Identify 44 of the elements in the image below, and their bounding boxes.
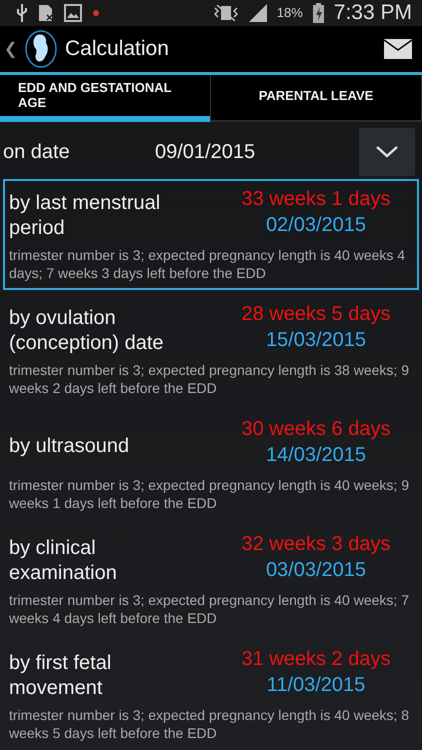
tab[interactable]: EDD AND GESTATIONAL AGE — [0, 74, 211, 122]
method-details: trimester number is 3; expected pregnancy length is 38 weeks; 9 weeks 2 days left before the EDD — [9, 361, 410, 398]
screen-title: Calculation — [65, 36, 170, 61]
image-icon — [64, 4, 82, 22]
fetus-logo-icon — [25, 30, 57, 68]
method-details: trimester number is 3; expected pregnancy length is 40 weeks 4 days; 7 weeks 3 days left before the EDD — [9, 246, 406, 282]
date-value: 09/01/2015 — [155, 140, 256, 164]
sim-card-icon — [38, 4, 54, 22]
clock-time: 7:33 PM — [334, 0, 412, 25]
method-card[interactable]: by ovulation (conception) date 28 weeks 5 days 15/03/2015 trimester number is 3; expected pregnancy length is 38 weeks; 9 weeks 2 days left before the EDD — [3, 294, 419, 406]
method-details: trimester number is 3; expected pregnancy length is 40 weeks; 8 weeks 5 days left before the EDD — [9, 706, 410, 742]
recording-dot-icon — [92, 8, 100, 17]
due-date: 02/03/2015 — [266, 213, 366, 238]
tab[interactable]: PARENTAL LEAVE — [211, 74, 422, 122]
method-name: by last menstrual period — [9, 191, 162, 242]
battery-percent: 18% — [276, 5, 303, 20]
dropdown-button[interactable] — [359, 128, 415, 176]
due-date: 03/03/2015 — [266, 558, 366, 584]
usb-icon — [16, 4, 28, 22]
gestational-age: 28 weeks 5 days — [242, 302, 390, 328]
method-details: trimester number is 3; expected pregnancy length is 40 weeks; 9 weeks 1 days left before the EDD — [9, 476, 410, 512]
gestational-age: 32 weeks 3 days — [242, 532, 390, 558]
method-details: trimester number is 3; expected pregnancy length is 40 weeks; 7 weeks 4 days left before the EDD — [9, 591, 410, 628]
vibrate-mute-icon — [212, 4, 239, 21]
battery-charging-icon — [312, 2, 324, 23]
method-name: by clinical examination — [9, 536, 118, 586]
method-name: by ultrasound — [9, 434, 130, 459]
due-date: 15/03/2015 — [266, 328, 366, 354]
back-caret[interactable]: ❮ — [4, 38, 17, 59]
gestational-age: 30 weeks 6 days — [242, 417, 390, 442]
method-name: by ovulation (conception) date — [9, 306, 165, 356]
mail-icon[interactable] — [384, 38, 412, 59]
method-card[interactable]: by last menstrual period 33 weeks 1 days 02/03/2015 trimester number is 3; expected pregnancy length is 40 weeks 4 days; 7 weeks 3 days left before the EDD — [3, 179, 419, 290]
signal-icon — [248, 4, 267, 22]
date-label: on date — [3, 140, 71, 164]
method-card[interactable]: by ultrasound 30 weeks 6 days 14/03/2015 trimester number is 3; expected pregnancy length is 40 weeks; 9 weeks 1 days left before the EDD — [3, 409, 419, 520]
chevron-down-icon — [376, 146, 398, 158]
due-date: 14/03/2015 — [266, 443, 366, 468]
method-name: by first fetal movement — [9, 651, 112, 702]
gestational-age: 33 weeks 1 days — [242, 187, 390, 212]
due-date: 11/03/2015 — [266, 673, 366, 698]
gestational-age: 31 weeks 2 days — [242, 647, 390, 672]
method-card[interactable]: by first fetal movement 31 weeks 2 days 11/03/2015 trimester number is 3; expected pregnancy length is 40 weeks; 8 weeks 5 days left before the EDD — [3, 639, 419, 750]
method-card[interactable]: by clinical examination 32 weeks 3 days 03/03/2015 trimester number is 3; expected pregnancy length is 40 weeks; 7 weeks 4 days left before the EDD — [3, 524, 419, 636]
